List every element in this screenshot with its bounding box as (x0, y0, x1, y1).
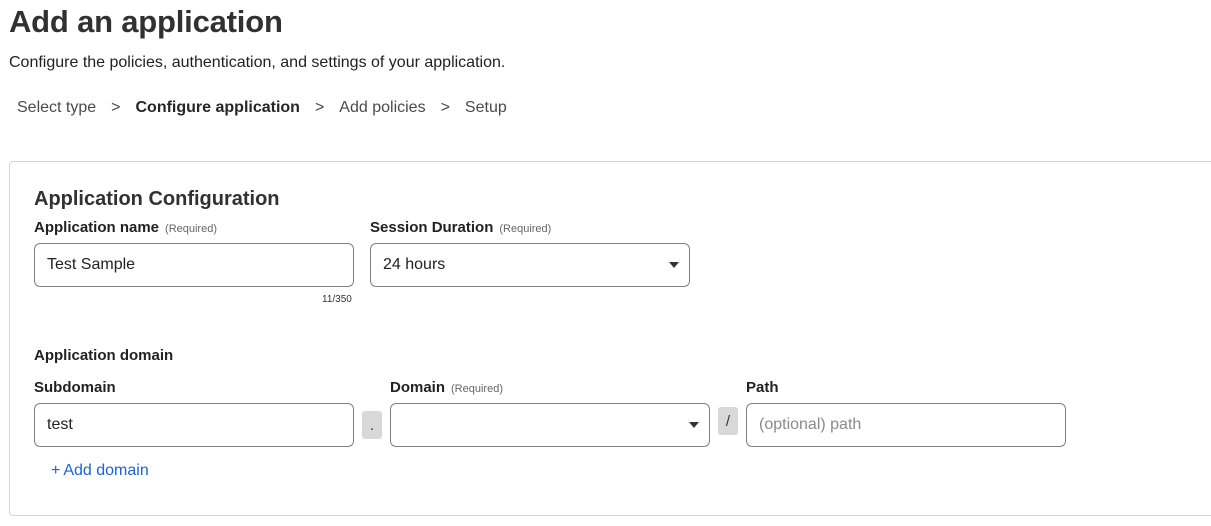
application-name-input[interactable] (34, 243, 354, 287)
application-name-label-text: Application name (34, 219, 160, 236)
dot-separator: . (362, 411, 382, 439)
breadcrumb-separator: > (111, 99, 121, 116)
breadcrumb-separator: > (440, 99, 450, 116)
session-duration-label: Session Duration (Required) (370, 219, 551, 236)
breadcrumb-step-setup[interactable]: Setup (465, 99, 507, 117)
path-label: Path (746, 379, 779, 396)
add-domain-label: Add domain (63, 462, 149, 479)
required-hint: (Required) (451, 383, 503, 395)
application-name-label: Application name (Required) (34, 219, 217, 236)
session-duration-label-text: Session Duration (370, 219, 494, 236)
session-duration-select[interactable]: 24 hours (370, 243, 690, 287)
required-hint: (Required) (165, 223, 217, 235)
subdomain-input[interactable] (34, 403, 354, 447)
caret-down-icon (669, 262, 679, 268)
breadcrumb-step-add-policies[interactable]: Add policies (339, 99, 425, 117)
domain-label-text: Domain (390, 379, 446, 396)
page-subtitle: Configure the policies, authentication, … (9, 54, 506, 71)
breadcrumb-step-select-type[interactable]: Select type (17, 99, 96, 117)
required-hint: (Required) (499, 223, 552, 235)
domain-label: Domain (Required) (390, 379, 503, 396)
caret-down-icon (689, 422, 699, 428)
breadcrumb: Select type > Configure application > Ad… (17, 99, 507, 117)
subdomain-label: Subdomain (34, 379, 116, 396)
character-counter: 11/350 (322, 294, 352, 305)
application-domain-label: Application domain (34, 347, 174, 364)
breadcrumb-step-configure-application[interactable]: Configure application (136, 99, 300, 117)
breadcrumb-separator: > (314, 99, 325, 116)
plus-icon: + (51, 462, 61, 479)
page-title: Add an application (9, 4, 283, 39)
add-domain-button[interactable]: + Add domain (51, 462, 149, 480)
card-title: Application Configuration (34, 188, 280, 210)
application-configuration-card: Application Configuration Application na… (9, 161, 1211, 516)
session-duration-value: 24 hours (383, 256, 446, 273)
path-input[interactable] (746, 403, 1066, 447)
slash-separator: / (718, 407, 738, 435)
domain-select[interactable] (390, 403, 710, 447)
